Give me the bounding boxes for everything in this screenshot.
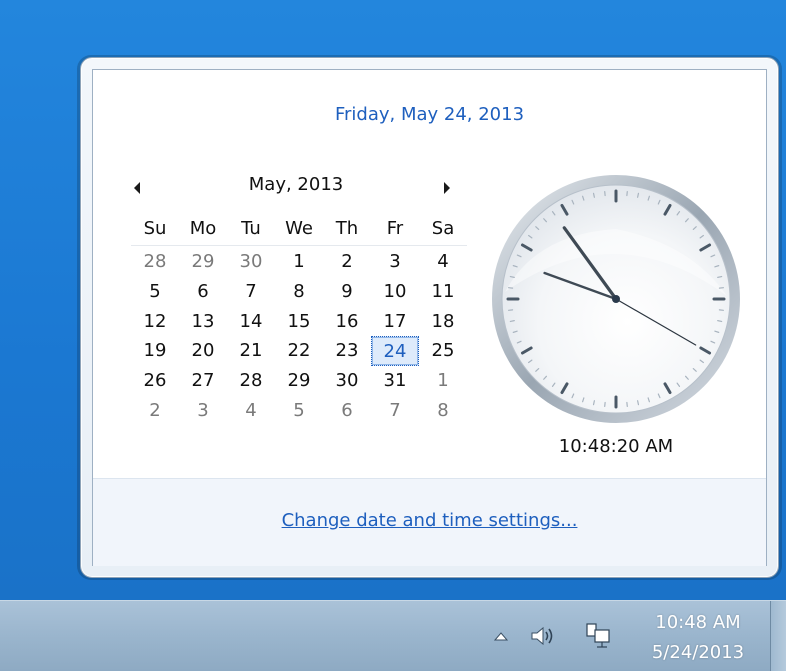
weekday-label: Mo: [179, 215, 227, 245]
digital-time: 10:48:20 AM: [491, 436, 741, 457]
calendar-week-row: 19202122232425: [131, 336, 467, 366]
calendar-day[interactable]: 29: [179, 247, 227, 277]
calendar-day[interactable]: 18: [419, 307, 467, 337]
calendar-day[interactable]: 6: [323, 396, 371, 426]
calendar-day[interactable]: 20: [179, 336, 227, 366]
taskbar: 10:48 AM 5/24/2013: [0, 600, 786, 671]
calendar-day[interactable]: 11: [419, 277, 467, 307]
weekday-label: Sa: [419, 215, 467, 245]
calendar-day[interactable]: 6: [179, 277, 227, 307]
clock-minute-tick: [510, 277, 514, 278]
calendar-week-row: 2627282930311: [131, 366, 467, 396]
calendar-day[interactable]: 30: [227, 247, 275, 277]
calendar-day[interactable]: 25: [419, 336, 467, 366]
calendar-day[interactable]: 21: [227, 336, 275, 366]
calendar-day[interactable]: 3: [179, 396, 227, 426]
calendar-week-row: 2829301234: [131, 247, 467, 277]
calendar-day[interactable]: 17: [371, 307, 419, 337]
calendar-day[interactable]: 7: [227, 277, 275, 307]
calendar-day[interactable]: 16: [323, 307, 371, 337]
calendar-day[interactable]: 13: [179, 307, 227, 337]
clock-center-pin: [612, 295, 620, 303]
previous-month-icon[interactable]: [134, 182, 140, 194]
weekday-label: Fr: [371, 215, 419, 245]
calendar-day[interactable]: 15: [275, 307, 323, 337]
weekday-label: Tu: [227, 215, 275, 245]
calendar-day[interactable]: 9: [323, 277, 371, 307]
clock-minute-tick: [594, 193, 595, 197]
next-month-icon[interactable]: [444, 182, 450, 194]
calendar-day[interactable]: 3: [371, 247, 419, 277]
weekday-label: We: [275, 215, 323, 245]
month-title[interactable]: May, 2013: [171, 174, 421, 195]
calendar-day[interactable]: 2: [323, 247, 371, 277]
weekday-header-row: SuMoTuWeThFrSa: [131, 215, 467, 246]
clock-minute-tick: [594, 401, 595, 405]
show-hidden-icons-icon[interactable]: [486, 621, 516, 651]
calendar-day[interactable]: 27: [179, 366, 227, 396]
calendar-day[interactable]: 8: [419, 396, 467, 426]
tray-clock-time[interactable]: 10:48 AM: [628, 612, 768, 633]
weekday-label: Th: [323, 215, 371, 245]
calendar-week-row: 567891011: [131, 277, 467, 307]
show-desktop-button[interactable]: [770, 601, 786, 671]
full-date-header[interactable]: Friday, May 24, 2013: [93, 104, 766, 125]
calendar-day[interactable]: 23: [323, 336, 371, 366]
clock-minute-tick: [718, 277, 722, 278]
calendar-day[interactable]: 5: [275, 396, 323, 426]
calendar-day[interactable]: 28: [227, 366, 275, 396]
tray-clock-date[interactable]: 5/24/2013: [628, 642, 768, 663]
calendar-day[interactable]: 31: [371, 366, 419, 396]
calendar-day[interactable]: 30: [323, 366, 371, 396]
calendar-day[interactable]: 1: [275, 247, 323, 277]
calendar-day[interactable]: 19: [131, 336, 179, 366]
calendar-day[interactable]: 4: [419, 247, 467, 277]
calendar-day[interactable]: 2: [131, 396, 179, 426]
calendar-day-today[interactable]: 24: [371, 336, 419, 366]
calendar-week-row: 2345678: [131, 396, 467, 426]
volume-icon[interactable]: [524, 621, 564, 651]
network-icon[interactable]: [580, 621, 616, 651]
clock-minute-tick: [510, 321, 514, 322]
calendar-day[interactable]: 5: [131, 277, 179, 307]
flyout-main-area: Friday, May 24, 2013 May, 2013 SuMoTuWeT…: [93, 70, 766, 478]
calendar-day[interactable]: 7: [371, 396, 419, 426]
flyout-footer: Change date and time settings...: [93, 478, 766, 566]
calendar-day[interactable]: 29: [275, 366, 323, 396]
clock-minute-tick: [638, 401, 639, 405]
weekday-label: Su: [131, 215, 179, 245]
calendar-week-row: 12131415161718: [131, 307, 467, 337]
change-date-time-settings-link[interactable]: Change date and time settings...: [93, 510, 766, 531]
calendar-day[interactable]: 8: [275, 277, 323, 307]
calendar-day[interactable]: 22: [275, 336, 323, 366]
clock-minute-tick: [718, 321, 722, 322]
calendar-day[interactable]: 28: [131, 247, 179, 277]
analog-clock: [491, 174, 741, 424]
calendar-day[interactable]: 14: [227, 307, 275, 337]
calendar-day[interactable]: 4: [227, 396, 275, 426]
clock-minute-tick: [638, 193, 639, 197]
calendar-day[interactable]: 26: [131, 366, 179, 396]
calendar-day[interactable]: 12: [131, 307, 179, 337]
calendar-day-grid: 2829301234567891011121314151617181920212…: [131, 247, 467, 426]
calendar-day[interactable]: 10: [371, 277, 419, 307]
calendar-day[interactable]: 1: [419, 366, 467, 396]
flyout-content: Friday, May 24, 2013 May, 2013 SuMoTuWeT…: [92, 69, 767, 566]
date-time-flyout: Friday, May 24, 2013 May, 2013 SuMoTuWeT…: [80, 57, 779, 578]
